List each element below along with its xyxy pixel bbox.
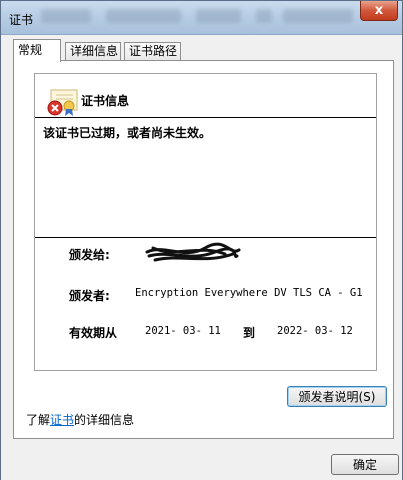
learn-suffix: 的详细信息	[74, 413, 135, 427]
learn-prefix: 了解	[26, 413, 51, 427]
blurred-title-area	[41, 9, 91, 23]
tab-general[interactable]: 常规	[13, 39, 61, 62]
blurred-title-area	[256, 9, 272, 23]
issued-by-value: Encryption Everywhere DV TLS CA - G1	[135, 287, 363, 299]
certificate-info-heading: 证书信息	[81, 94, 130, 108]
tab-label: 详细信息	[70, 44, 119, 58]
button-label: 颁发者说明(S)	[298, 390, 376, 404]
window-title: 证书	[9, 13, 34, 27]
blurred-title-area	[106, 9, 181, 23]
tab-details[interactable]: 详细信息	[65, 42, 121, 61]
issuer-statement-button[interactable]: 颁发者说明(S)	[287, 386, 387, 407]
title-bar[interactable]: 证书 x	[1, 1, 402, 35]
issued-to-label: 颁发给:	[69, 248, 110, 262]
tab-label: 证书路径	[129, 44, 178, 58]
close-icon: x	[374, 3, 384, 18]
certificate-info-box: 证书信息 该证书已过期，或者尚未生效。 颁发给: 颁发者: Encryption…	[34, 73, 377, 371]
tab-certification-path[interactable]: 证书路径	[124, 42, 181, 61]
divider	[35, 117, 376, 118]
divider	[35, 237, 376, 238]
valid-to-date: 2022- 03- 12	[277, 325, 353, 337]
button-label: 确定	[352, 458, 377, 472]
learn-more-line: 了解证书的详细信息	[26, 411, 134, 428]
valid-to-label: 到	[243, 326, 256, 340]
issued-by-label: 颁发者:	[69, 289, 110, 303]
general-tab-panel: 证书信息 该证书已过期，或者尚未生效。 颁发给: 颁发者: Encryption…	[13, 60, 394, 439]
certificate-learn-link[interactable]: 证书	[50, 413, 74, 427]
tab-label: 常规	[18, 43, 43, 57]
valid-from-date: 2021- 03- 11	[145, 325, 221, 337]
ok-button[interactable]: 确定	[331, 454, 399, 475]
certificate-error-icon	[47, 89, 78, 116]
blurred-title-area	[283, 9, 353, 23]
redacted-issued-to	[145, 242, 241, 262]
status-message: 该证书已过期，或者尚未生效。	[43, 126, 212, 140]
close-button[interactable]: x	[360, 1, 398, 21]
dialog-button-area: 确定	[1, 446, 402, 480]
certificate-dialog: 证书 x 常规 详细信息 证书路径 证书信息 该证书已过期，或者尚未生效。 颁发…	[0, 0, 403, 480]
blurred-title-area	[196, 9, 241, 23]
valid-from-label: 有效期从	[69, 326, 118, 340]
